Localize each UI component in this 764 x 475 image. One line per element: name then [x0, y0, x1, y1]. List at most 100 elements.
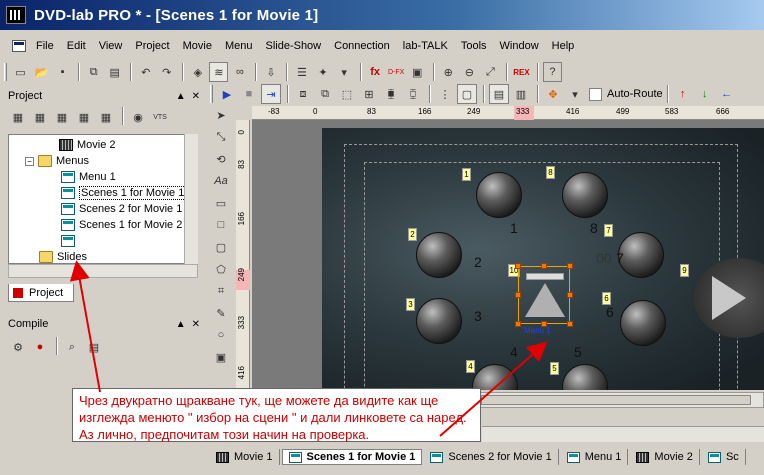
- pen-tool-icon[interactable]: ✎: [211, 303, 231, 323]
- tab-menu-1[interactable]: Menu 1: [561, 449, 629, 465]
- connect-icon[interactable]: ✥: [543, 84, 563, 104]
- menu-window[interactable]: Window: [500, 40, 539, 52]
- canvas-horizontal-scrollbar[interactable]: [450, 392, 764, 408]
- frame-tool-icon[interactable]: ▣: [211, 347, 231, 367]
- menu-movie[interactable]: Movie: [183, 40, 212, 52]
- resize-handle[interactable]: [515, 321, 521, 327]
- simulate-icon[interactable]: ●: [30, 337, 50, 357]
- next-arrow-button[interactable]: [712, 276, 746, 320]
- arrange-icon[interactable]: ⬚: [337, 84, 357, 104]
- add-connection-icon[interactable]: ▦: [96, 107, 116, 127]
- open-folder-icon[interactable]: 📂: [32, 62, 51, 82]
- list-icon[interactable]: ☰: [292, 62, 311, 82]
- check-project-icon[interactable]: ⌕: [62, 337, 82, 357]
- menu-canvas[interactable]: 1 8 2 7 3 6 4 5 9 10 1 8 2 7 3 6 4 5 00 …: [322, 128, 764, 390]
- menu-connection[interactable]: Connection: [334, 40, 390, 52]
- redo-icon[interactable]: ↷: [157, 62, 176, 82]
- tree-item[interactable]: − Menus: [25, 153, 89, 169]
- tree-item[interactable]: Scenes 2 for Movie 1: [61, 201, 182, 217]
- tree-item[interactable]: Slides: [39, 249, 87, 263]
- menu-help[interactable]: Help: [552, 40, 575, 52]
- tab-scenes-partial[interactable]: Sc: [702, 449, 746, 465]
- vts-icon[interactable]: VTS: [150, 107, 170, 127]
- resize-handle[interactable]: [541, 263, 547, 269]
- scene-button-2[interactable]: [416, 232, 462, 278]
- scrollbar-thumb[interactable]: [481, 395, 751, 405]
- scene-button-1[interactable]: [476, 172, 522, 218]
- distribute-icon[interactable]: ⊞: [359, 84, 379, 104]
- resize-handle[interactable]: [567, 263, 573, 269]
- compile-icon[interactable]: ⚙: [8, 337, 28, 357]
- add-slideshow-icon[interactable]: ▦: [74, 107, 94, 127]
- copy-icon[interactable]: ⧉: [84, 62, 103, 82]
- circle-tool-icon[interactable]: ○: [211, 325, 231, 345]
- properties-icon[interactable]: ◈: [188, 62, 207, 82]
- toolbar-grip[interactable]: [4, 63, 7, 81]
- resize-handle[interactable]: [567, 292, 573, 298]
- scene-button-3[interactable]: [416, 298, 462, 344]
- menu-lab-talk[interactable]: lab-TALK: [403, 40, 448, 52]
- resize-handle[interactable]: [515, 292, 521, 298]
- pointer-icon[interactable]: ➤: [211, 105, 231, 125]
- tree-item[interactable]: Menu 1: [61, 169, 116, 185]
- tab-movie-2[interactable]: Movie 2: [630, 449, 700, 465]
- rectangle-tool-icon[interactable]: □: [211, 215, 231, 235]
- align-center-horizontal-icon[interactable]: ⧯: [381, 84, 401, 104]
- layers-icon[interactable]: ≋: [209, 62, 229, 82]
- tab-scenes-2-for-movie-1[interactable]: Scenes 2 for Movie 1: [424, 449, 559, 465]
- tree-item[interactable]: [61, 233, 79, 249]
- dvdlab-app-icon[interactable]: [6, 6, 26, 24]
- move-down-icon[interactable]: ↓: [695, 84, 715, 104]
- resize-handle[interactable]: [567, 321, 573, 327]
- menu-edit[interactable]: Edit: [67, 40, 86, 52]
- align-objects-icon[interactable]: ⧈: [293, 84, 313, 104]
- binoculars-icon[interactable]: ∞: [230, 62, 249, 82]
- grid-icon[interactable]: ⋮: [435, 84, 455, 104]
- transform-tool-icon[interactable]: ⟲: [211, 149, 231, 169]
- title-bar[interactable]: DVD-lab PRO * - [Scenes 1 for Movie 1]: [0, 0, 764, 30]
- rex-icon[interactable]: REX: [512, 62, 531, 82]
- menu-menu[interactable]: Menu: [225, 40, 253, 52]
- zoom-in-icon[interactable]: ⊕: [439, 62, 458, 82]
- panel-collapse-icon[interactable]: ▲: [176, 319, 186, 330]
- tree-item-selected[interactable]: Scenes 1 for Movie 1: [61, 185, 187, 201]
- auto-route-checkbox[interactable]: Auto-Route: [589, 87, 663, 101]
- scene-button-8[interactable]: [562, 172, 608, 218]
- panel-close-icon[interactable]: ✕: [192, 91, 200, 102]
- report-icon[interactable]: ▤: [84, 337, 104, 357]
- help-icon[interactable]: ?: [542, 62, 562, 82]
- selected-menu-button[interactable]: [518, 266, 570, 324]
- text-box-tool-icon[interactable]: ▭: [211, 193, 231, 213]
- import-icon[interactable]: ⇩: [261, 62, 280, 82]
- tree-item[interactable]: Scenes 1 for Movie 2: [61, 217, 182, 233]
- dfx-icon[interactable]: D-FX: [387, 62, 406, 82]
- move-left-icon[interactable]: ←: [717, 84, 737, 104]
- align-center-vertical-icon[interactable]: ⧮: [403, 84, 423, 104]
- add-menu-icon[interactable]: ▦: [30, 107, 50, 127]
- paste-icon[interactable]: ▤: [105, 62, 124, 82]
- image-settings-icon[interactable]: ▣: [408, 62, 427, 82]
- tree-vertical-scrollbar[interactable]: [184, 134, 198, 264]
- connect-dropdown-icon[interactable]: ▾: [565, 84, 585, 104]
- save-icon[interactable]: ▪: [53, 62, 72, 82]
- collapse-toggle[interactable]: −: [25, 156, 34, 166]
- scene-button-6[interactable]: [620, 300, 666, 346]
- tab-project[interactable]: Project: [8, 284, 74, 302]
- safe-area-icon[interactable]: ▢: [457, 84, 477, 104]
- dropdown-arrow-icon[interactable]: ▾: [335, 62, 354, 82]
- polygon-tool-icon[interactable]: ⬠: [211, 259, 231, 279]
- group-icon[interactable]: ⧉: [315, 84, 335, 104]
- audio-icon[interactable]: ◉: [128, 107, 148, 127]
- add-movie-icon[interactable]: ▦: [8, 107, 28, 127]
- crop-tool-icon[interactable]: ⌗: [211, 281, 231, 301]
- tree-horizontal-scrollbar[interactable]: [8, 264, 198, 278]
- panel-close-icon[interactable]: ✕: [192, 319, 200, 330]
- render-icon[interactable]: ▥: [511, 84, 531, 104]
- preview-icon[interactable]: ▤: [489, 84, 509, 104]
- menu-slide-show[interactable]: Slide-Show: [265, 40, 321, 52]
- tab-scenes-1-for-movie-1[interactable]: Scenes 1 for Movie 1: [281, 449, 423, 465]
- text-tool-icon[interactable]: Aa: [211, 171, 231, 191]
- stop-icon[interactable]: ■: [239, 84, 259, 104]
- link-tool-icon[interactable]: ⤡: [211, 127, 231, 147]
- tab-movie-1[interactable]: Movie 1: [210, 449, 280, 465]
